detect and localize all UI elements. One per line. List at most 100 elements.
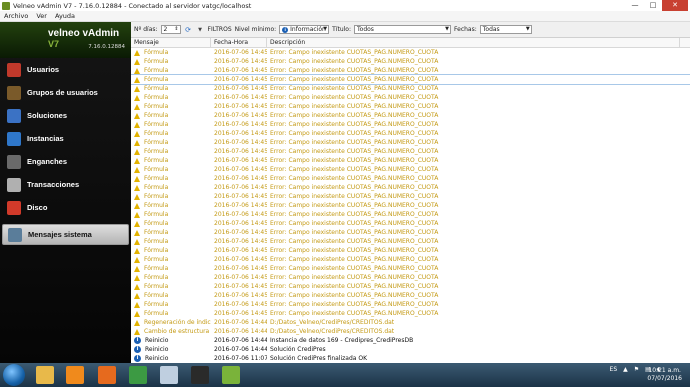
table-row[interactable]: Fórmula 2016-07-06 14:45:05Error: Campo i… [131, 237, 690, 246]
table-row[interactable]: i Reinicio 2016-07-06 14:44:56Solución Cre… [131, 345, 690, 354]
spin-arrows-icon[interactable]: ⇕ [174, 26, 178, 32]
table-row[interactable]: Fórmula 2016-07-06 14:45:05Error: Campo i… [131, 219, 690, 228]
table-row[interactable]: Fórmula 2016-07-06 14:45:05Error: Campo i… [131, 147, 690, 156]
sidebar-item-label: Mensajes sistema [28, 230, 92, 239]
table-row[interactable]: Fórmula 2016-07-06 14:45:05Error: Campo i… [131, 165, 690, 174]
cell-mensaje: Fórmula [131, 183, 211, 192]
explorer-folder-icon[interactable] [36, 366, 54, 384]
close-button[interactable]: ✕ [662, 0, 688, 11]
media-player-icon[interactable] [66, 366, 84, 384]
table-row[interactable]: Fórmula 2016-07-06 14:45:05Error: Campo i… [131, 210, 690, 219]
dropdown-chevron-icon[interactable]: ▼ [196, 25, 205, 34]
sidebar-item-0[interactable]: Usuarios [2, 60, 127, 79]
chrome-icon[interactable] [129, 366, 147, 384]
start-button[interactable] [3, 364, 25, 386]
titulo-label: Título: [332, 26, 351, 33]
warning-icon [134, 148, 140, 155]
info-icon: i [134, 346, 141, 353]
menu-archivo[interactable]: Archivo [4, 12, 28, 20]
table-row[interactable]: Fórmula 2016-07-06 14:45:05Error: Campo i… [131, 48, 690, 57]
mensaje-text: Fórmula [144, 247, 169, 254]
table-row[interactable]: Fórmula 2016-07-06 14:45:05Error: Campo i… [131, 138, 690, 147]
table-row[interactable]: Fórmula 2016-07-06 14:45:05Error: Campo i… [131, 57, 690, 66]
menu-ayuda[interactable]: Ayuda [55, 12, 75, 20]
cell-descripcion: Error: Campo inexistente CUOTAS_PAG.NUME… [270, 310, 439, 317]
messages-grid: Mensaje Fecha-Hora Descripción Fórmula 20… [131, 38, 690, 363]
sidebar-item-5[interactable]: Transacciones [2, 175, 127, 194]
nivel-select[interactable]: i Información ▼ [279, 25, 330, 34]
cell-descripcion: Error: Campo inexistente CUOTAS_PAG.NUME… [270, 58, 439, 65]
table-row[interactable]: i Reinicio 2016-07-06 11:07:33Solución Cre… [131, 354, 690, 363]
fechas-select[interactable]: Todas ▼ [479, 25, 532, 34]
titulo-select[interactable]: Todos ▼ [354, 25, 451, 34]
table-row[interactable]: Fórmula 2016-07-06 14:45:05Error: Campo i… [131, 129, 690, 138]
mensaje-text: Fórmula [144, 58, 169, 65]
cell-fecha-hora: 2016-07-06 14:45:05 [214, 274, 267, 281]
mensaje-text: Reinicio [145, 337, 169, 344]
brand-suffix: V7 [48, 39, 60, 49]
firefox-icon[interactable] [98, 366, 116, 384]
brand-name: velneo vAdmin [48, 28, 120, 39]
cell-descripcion: Error: Campo inexistente CUOTAS_PAG.NUME… [270, 238, 439, 245]
warning-icon [134, 319, 140, 326]
table-row[interactable]: Fórmula 2016-07-06 14:45:05Error: Campo i… [131, 192, 690, 201]
table-row[interactable]: Fórmula 2016-07-06 14:45:05Error: Campo i… [131, 120, 690, 129]
minimize-button[interactable]: — [626, 0, 644, 11]
table-row[interactable]: Fórmula 2016-07-06 14:45:05Error: Campo i… [131, 156, 690, 165]
table-row[interactable]: i Reinicio 2016-07-06 14:44:56Instancia de… [131, 336, 690, 345]
table-row[interactable]: Fórmula 2016-07-06 14:45:05Error: Campo i… [131, 174, 690, 183]
cell-mensaje: Fórmula [131, 246, 211, 255]
warning-icon [134, 301, 140, 308]
sidebar-item-2[interactable]: Soluciones [2, 106, 127, 125]
table-row[interactable]: Cambio de estructura 2016-07-06 14:44:56D… [131, 327, 690, 336]
mensaje-text: Fórmula [144, 94, 169, 101]
table-row[interactable]: Fórmula 2016-07-06 14:45:05Error: Campo i… [131, 74, 690, 85]
instances-icon [7, 131, 21, 146]
sidebar-item-6[interactable]: Disco [2, 198, 127, 217]
cell-mensaje: Fórmula [131, 282, 211, 291]
table-row[interactable]: Fórmula 2016-07-06 14:45:05Error: Campo i… [131, 66, 690, 75]
cell-fecha-hora: 2016-07-06 11:07:33 [214, 355, 267, 362]
vadmin-app-icon[interactable] [191, 366, 209, 384]
velneo-app-icon[interactable] [222, 366, 240, 384]
table-row[interactable]: Regeneración de índices2016-07-06 14:44:… [131, 318, 690, 327]
cell-fecha-hora: 2016-07-06 14:45:05 [214, 310, 267, 317]
col-mensaje[interactable]: Mensaje [131, 38, 211, 47]
warning-icon [134, 184, 140, 191]
warning-icon [134, 166, 140, 173]
table-row[interactable]: Fórmula 2016-07-06 14:45:05Error: Campo i… [131, 282, 690, 291]
sidebar-item-3[interactable]: Instancias [2, 129, 127, 148]
table-row[interactable]: Fórmula 2016-07-06 14:45:05Error: Campo i… [131, 291, 690, 300]
table-row[interactable]: Fórmula 2016-07-06 14:45:05Error: Campo i… [131, 183, 690, 192]
language-indicator[interactable]: ES [610, 366, 618, 373]
sidebar-item-7[interactable]: Mensajes sistema [2, 224, 129, 245]
table-row[interactable]: Fórmula 2016-07-06 14:45:05Error: Campo i… [131, 228, 690, 237]
menu-ver[interactable]: Ver [36, 12, 47, 20]
dias-spinbox[interactable]: 2 ⇕ [160, 25, 181, 34]
cell-fecha-hora: 2016-07-06 14:45:05 [214, 148, 267, 155]
col-descripcion[interactable]: Descripción [267, 38, 680, 47]
notepad-icon[interactable] [160, 366, 178, 384]
refresh-icon[interactable]: ⟳ [184, 25, 193, 34]
clock[interactable]: 10:21 a.m. 07/07/2016 [647, 367, 682, 383]
system-messages-icon [8, 227, 22, 242]
cell-fecha-hora: 2016-07-06 14:45:05 [214, 229, 267, 236]
grid-header: Mensaje Fecha-Hora Descripción [131, 38, 690, 48]
table-row[interactable]: Fórmula 2016-07-06 14:45:05Error: Campo i… [131, 264, 690, 273]
sidebar-item-4[interactable]: Enganches [2, 152, 127, 171]
flag-icon[interactable]: ⚑ [634, 366, 639, 373]
table-row[interactable]: Fórmula 2016-07-06 14:45:05Error: Campo i… [131, 201, 690, 210]
table-row[interactable]: Fórmula 2016-07-06 14:45:05Error: Campo i… [131, 273, 690, 282]
maximize-button[interactable]: □ [644, 0, 662, 11]
table-row[interactable]: Fórmula 2016-07-06 14:45:05Error: Campo i… [131, 111, 690, 120]
table-row[interactable]: Fórmula 2016-07-06 14:45:05Error: Campo i… [131, 246, 690, 255]
table-row[interactable]: Fórmula 2016-07-06 14:45:05Error: Campo i… [131, 84, 690, 93]
table-row[interactable]: Fórmula 2016-07-06 14:45:05Error: Campo i… [131, 255, 690, 264]
col-fecha-hora[interactable]: Fecha-Hora [211, 38, 267, 47]
table-row[interactable]: Fórmula 2016-07-06 14:45:05Error: Campo i… [131, 300, 690, 309]
tray-arrow-icon[interactable]: ▲ [623, 366, 628, 373]
sidebar-item-1[interactable]: Grupos de usuarios [2, 83, 127, 102]
table-row[interactable]: Fórmula 2016-07-06 14:45:05Error: Campo i… [131, 102, 690, 111]
table-row[interactable]: Fórmula 2016-07-06 14:45:05Error: Campo i… [131, 309, 690, 318]
table-row[interactable]: Fórmula 2016-07-06 14:45:05Error: Campo i… [131, 93, 690, 102]
